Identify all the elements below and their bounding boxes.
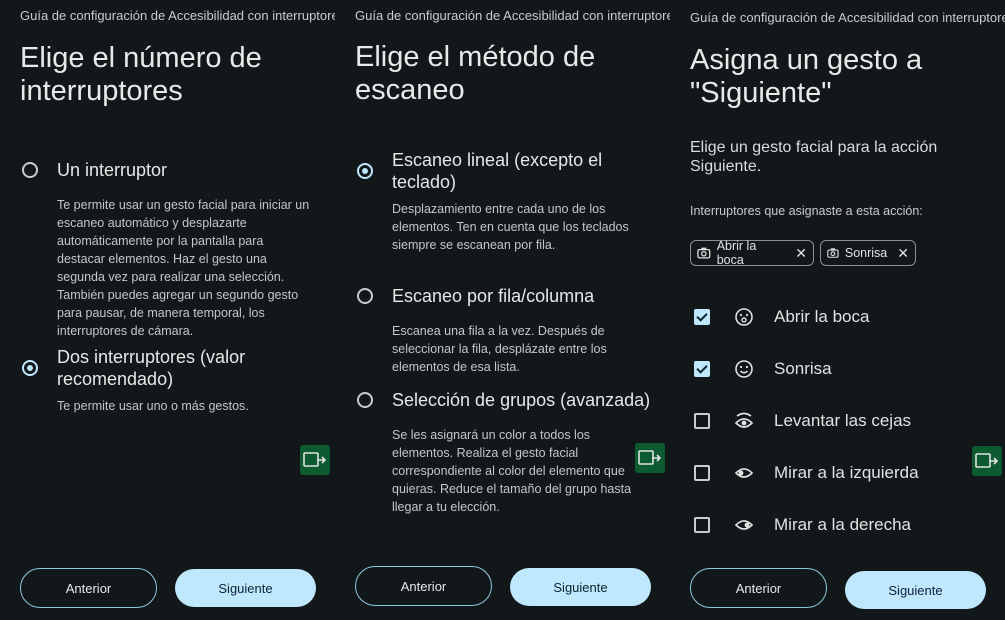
radio-two-switches[interactable]: [22, 360, 38, 376]
checkbox-look-right[interactable]: [694, 517, 710, 533]
option-label: Selección de grupos (avanzada): [392, 390, 651, 410]
gesture-row-look-left[interactable]: Mirar a la izquierda: [694, 461, 994, 485]
next-button[interactable]: Siguiente: [510, 568, 651, 606]
raised-eyebrows-eye-icon: [734, 412, 754, 428]
option-description: Se les asignará un color a todos los ele…: [392, 428, 632, 514]
previous-button[interactable]: Anterior: [355, 566, 492, 606]
radio-linear-scan[interactable]: [357, 163, 373, 179]
checkbox-smile[interactable]: [694, 361, 710, 377]
radio-group-selection[interactable]: [357, 392, 373, 408]
page-subtitle: Elige un gesto facial para la acción Sig…: [690, 139, 938, 175]
look-right-eye-icon: [734, 520, 754, 530]
checkbox-look-left[interactable]: [694, 465, 710, 481]
camera-icon: [697, 247, 711, 259]
panel-assign-gesture: Guía de configuración de Accesibilidad c…: [670, 0, 1005, 620]
gesture-label: Sonrisa: [774, 359, 832, 378]
gesture-label: Mirar a la derecha: [774, 515, 912, 534]
gesture-row-look-right[interactable]: Mirar a la derecha: [694, 513, 994, 537]
option-description: Desplazamiento entre cada uno de los ele…: [392, 202, 629, 252]
switch-access-fab[interactable]: [635, 443, 665, 473]
close-icon[interactable]: ✕: [897, 245, 909, 262]
previous-button[interactable]: Anterior: [690, 568, 827, 608]
option-label: Escaneo por fila/columna: [392, 286, 595, 306]
next-button[interactable]: Siguiente: [845, 571, 986, 609]
option-label: Escaneo lineal (excepto el teclado): [392, 150, 603, 192]
page-title: Elige el método de escaneo: [355, 41, 596, 106]
option-description: Te permite usar uno o más gestos.: [57, 399, 249, 413]
app-title: Guía de configuración de Accesibilidad c…: [20, 8, 346, 23]
radio-one-switch[interactable]: [22, 162, 38, 178]
gesture-row-raise-eyebrows[interactable]: Levantar las cejas: [694, 409, 994, 433]
page-title: Asigna un gesto a "Siguiente": [690, 44, 923, 109]
option-description: Escanea una fila a la vez. Después de se…: [392, 324, 607, 374]
smile-face-icon: [735, 360, 753, 378]
assigned-chip[interactable]: Abrir la boca ✕: [690, 239, 814, 267]
assigned-chip[interactable]: Sonrisa ✕: [820, 240, 916, 266]
gesture-label: Mirar a la izquierda: [774, 463, 919, 482]
next-button[interactable]: Siguiente: [175, 569, 316, 607]
app-title: Guía de configuración de Accesibilidad c…: [355, 8, 681, 23]
checkbox-raise-eyebrows[interactable]: [694, 413, 710, 429]
gesture-row-open-mouth[interactable]: Abrir la boca: [694, 305, 994, 329]
switch-access-icon: [303, 452, 327, 467]
close-icon[interactable]: ✕: [795, 245, 807, 262]
option-label: Un interruptor: [57, 160, 168, 180]
radio-row-column-scan[interactable]: [357, 288, 373, 304]
camera-icon: [827, 248, 839, 258]
page-title: Elige el número de interruptores: [20, 42, 262, 107]
gesture-label: Abrir la boca: [774, 307, 870, 326]
app-title: Guía de configuración de Accesibilidad c…: [690, 10, 1005, 25]
previous-button[interactable]: Anterior: [20, 568, 157, 608]
open-mouth-face-icon: [735, 308, 753, 326]
option-label: Dos interruptores (valor recomendado): [57, 347, 246, 389]
panel-scan-method: Guía de configuración de Accesibilidad c…: [335, 0, 680, 620]
switch-access-fab[interactable]: [300, 445, 330, 475]
checkbox-open-mouth[interactable]: [694, 309, 710, 325]
gesture-label: Levantar las cejas: [774, 411, 912, 430]
look-left-eye-icon: [734, 468, 754, 478]
option-description: Te permite usar un gesto facial para ini…: [57, 198, 310, 338]
panel-number-of-switches: Guía de configuración de Accesibilidad c…: [0, 0, 345, 620]
gesture-row-smile[interactable]: Sonrisa: [694, 357, 994, 381]
switch-access-icon: [975, 453, 999, 468]
switch-access-icon: [638, 450, 662, 465]
assigned-switches-label: Interruptores que asignaste a esta acció…: [690, 204, 923, 218]
chip-label: Sonrisa: [844, 246, 888, 260]
chip-label: Abrir la boca: [716, 239, 757, 267]
switch-access-fab[interactable]: [972, 446, 1002, 476]
